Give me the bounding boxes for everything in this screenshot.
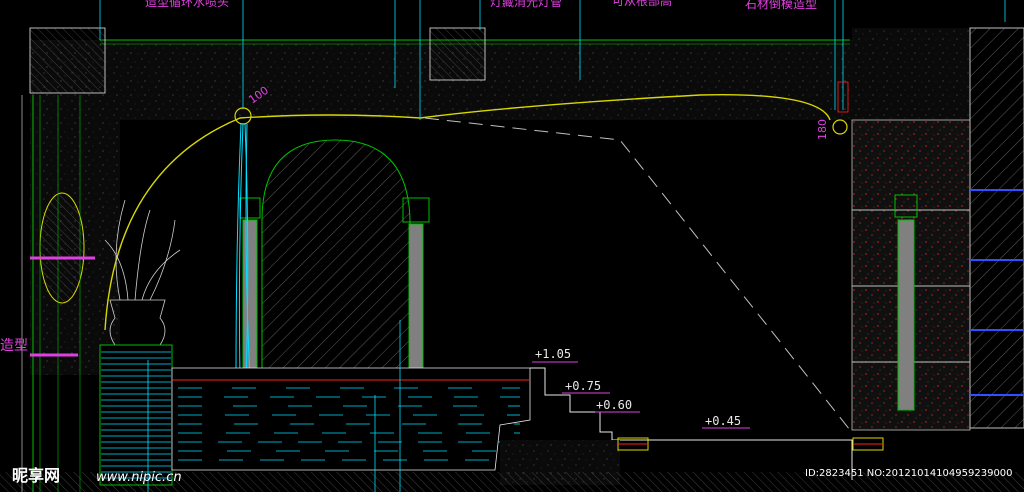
right-wall bbox=[851, 27, 1024, 431]
label-side-left: 造型 bbox=[0, 338, 28, 354]
cad-elevation-drawing: 造型循环水喷头 灯藏消光灯管 可从根部高 石材倒模造型 造型 100 180 +… bbox=[0, 0, 1024, 492]
dimension-180: 180 bbox=[816, 119, 829, 140]
cad-drawing-canvas: 造型循环水喷头 灯藏消光灯管 可从根部高 石材倒模造型 造型 100 180 +… bbox=[0, 0, 1024, 492]
label-center-top: 可从根部高 bbox=[612, 0, 672, 8]
elevation-mark-3: +0.60 bbox=[595, 398, 640, 413]
elevation-mark-4: +0.45 bbox=[702, 414, 750, 429]
elevation-text-1: +1.05 bbox=[535, 347, 571, 361]
watermark-url: www.nipic.cn bbox=[96, 470, 182, 485]
elevation-mark-1: +1.05 bbox=[532, 347, 578, 363]
floor-drain-right bbox=[852, 437, 884, 451]
oval-window bbox=[39, 192, 85, 304]
pedestal bbox=[99, 344, 173, 486]
elevation-text-4: +0.45 bbox=[705, 414, 741, 428]
lamp-box bbox=[429, 27, 486, 81]
elevation-text-3: +0.60 bbox=[596, 398, 632, 412]
label-moulding: 石材倒模造型 bbox=[745, 0, 817, 11]
inner-arch bbox=[261, 139, 411, 371]
elevation-text-2: +0.75 bbox=[565, 379, 601, 393]
moulding-scroll bbox=[832, 119, 848, 135]
label-nozzle: 造型循环水喷头 bbox=[145, 0, 229, 9]
label-lamp-tube: 灯藏消光灯管 bbox=[490, 0, 562, 9]
watermark-id: ID:2823451 NO:20121014104959239000 bbox=[805, 468, 1013, 479]
watermark-logo: 昵享网 bbox=[12, 466, 60, 485]
left-ceiling-block bbox=[29, 27, 106, 94]
pool-water bbox=[171, 367, 531, 471]
column-left bbox=[239, 197, 261, 371]
elevation-mark-2: +0.75 bbox=[562, 379, 610, 394]
